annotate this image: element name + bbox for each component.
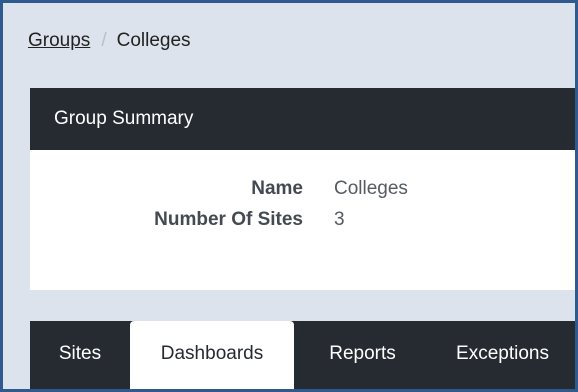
- summary-row-number-of-sites: Number Of Sites 3: [30, 209, 575, 233]
- group-summary-header: Group Summary: [30, 88, 575, 150]
- summary-value-number-of-sites: 3: [334, 209, 345, 230]
- tab-exceptions[interactable]: Exceptions: [430, 321, 575, 389]
- tab-reports[interactable]: Reports: [305, 321, 420, 389]
- summary-label-number-of-sites: Number Of Sites: [154, 209, 303, 230]
- summary-label-name: Name: [251, 178, 303, 199]
- breadcrumb-current: Colleges: [116, 30, 191, 51]
- breadcrumb-link-groups[interactable]: Groups: [28, 30, 90, 51]
- app-frame: Groups / Colleges Group Summary Name Colle…: [0, 0, 578, 392]
- summary-row-name: Name Colleges: [30, 178, 575, 202]
- tab-dashboards[interactable]: Dashboards: [130, 321, 294, 389]
- tab-bar: Sites Dashboards Reports Exceptions: [30, 321, 575, 389]
- group-summary-body: Name Colleges Number Of Sites 3: [30, 150, 575, 290]
- group-summary-title: Group Summary: [54, 108, 194, 129]
- breadcrumb: Groups / Colleges: [28, 30, 191, 52]
- summary-value-name: Colleges: [334, 178, 408, 199]
- breadcrumb-separator: /: [101, 30, 107, 51]
- tab-sites[interactable]: Sites: [30, 321, 130, 389]
